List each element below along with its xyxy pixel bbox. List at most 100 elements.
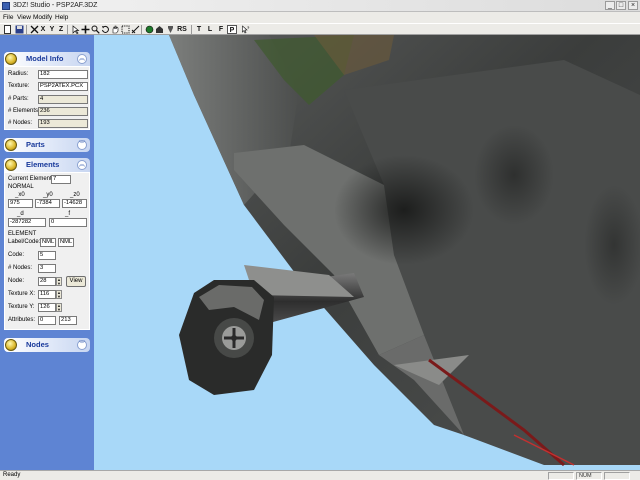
new-icon[interactable]: [2, 25, 12, 34]
title-bar[interactable]: 3DZ! Studio - PSP2AF.3DZ _ □ ×: [0, 0, 640, 12]
view-perspective-button[interactable]: P: [227, 25, 237, 34]
model-info-icon: [5, 53, 17, 65]
num-lock-indicator: NUM: [576, 472, 602, 480]
measure-icon[interactable]: [130, 25, 140, 34]
normal-f-label: _f: [65, 211, 71, 217]
light-icon[interactable]: [165, 25, 175, 34]
texture-x-label: Texture X:: [8, 291, 36, 297]
rotate-icon[interactable]: [100, 25, 110, 34]
app-window: 3DZ! Studio - PSP2AF.3DZ _ □ × File View…: [0, 0, 640, 480]
view-node-button[interactable]: View: [66, 276, 86, 287]
nodes-count-label: # Nodes:: [8, 120, 33, 126]
radius-label: Radius:: [8, 71, 29, 77]
texture-icon[interactable]: [154, 25, 164, 34]
close-button[interactable]: ×: [628, 1, 638, 10]
model-info-title: Model Info: [26, 54, 64, 63]
normal-d-field[interactable]: -287282: [8, 218, 46, 227]
texture-label: Texture:: [8, 83, 30, 89]
menu-file[interactable]: File: [3, 13, 13, 22]
view-front-button[interactable]: F: [216, 25, 226, 34]
pan-icon[interactable]: [110, 25, 120, 34]
nodes-title: Nodes: [26, 340, 49, 349]
model-info-header[interactable]: Model Info ︽: [4, 52, 90, 66]
code-label: Code:: [8, 252, 25, 258]
node-field[interactable]: 28: [38, 277, 56, 286]
app-icon[interactable]: [2, 2, 10, 10]
parts-title: Parts: [26, 140, 45, 149]
menu-view[interactable]: View: [17, 13, 31, 22]
num-nodes-field[interactable]: 3: [38, 264, 56, 273]
nodes-icon: [5, 339, 17, 351]
menu-help[interactable]: Help: [55, 13, 68, 22]
texture-x-field[interactable]: 116: [38, 290, 56, 299]
texture-y-label: Texture Y:: [8, 304, 35, 310]
normal-x-field[interactable]: 975: [8, 199, 33, 208]
view-rs-button[interactable]: RS: [176, 25, 188, 34]
normal-z-label: _z0: [70, 192, 80, 198]
attributes-label: Attributes:: [8, 317, 36, 323]
parts-count-field: 4: [38, 95, 88, 104]
view-left-button[interactable]: L: [205, 25, 215, 34]
status-text: Ready: [3, 472, 21, 478]
normal-f-field[interactable]: 0: [49, 218, 87, 227]
view-top-button[interactable]: T: [194, 25, 204, 34]
parts-icon: [5, 139, 17, 151]
zoom-icon[interactable]: [90, 25, 100, 34]
axis-z-button[interactable]: Z: [56, 25, 66, 34]
menu-modify[interactable]: Modify: [33, 13, 52, 22]
elements-count-field: 236: [38, 107, 88, 116]
attributes-field-1[interactable]: 0: [38, 316, 56, 325]
nodes-header[interactable]: Nodes ︾: [4, 338, 90, 352]
aircraft-render: [169, 35, 640, 467]
texture-x-stepper[interactable]: ▲ ▼: [56, 290, 62, 299]
elements-count-label: # Elements:: [8, 108, 40, 114]
status-pane: [604, 472, 630, 480]
label-field[interactable]: NML: [40, 238, 56, 247]
node-stepper[interactable]: ▲ ▼: [56, 277, 62, 286]
normal-y-field[interactable]: -7384: [35, 199, 60, 208]
window-title: 3DZ! Studio - PSP2AF.3DZ: [13, 2, 98, 9]
texture-field[interactable]: PSP2ATEX.PCX: [38, 82, 88, 91]
model-info-body: Radius: 182 Texture: PSP2ATEX.PCX # Part…: [4, 66, 90, 130]
save-icon[interactable]: [14, 25, 24, 34]
toolbar-separator: [67, 25, 68, 34]
pointer-icon[interactable]: [70, 25, 80, 34]
chevron-up-icon[interactable]: ︽: [77, 160, 87, 170]
elements-header[interactable]: Elements ︽: [4, 158, 90, 172]
texture-y-field[interactable]: 126: [38, 303, 56, 312]
element-group-label: ELEMENT: [8, 231, 37, 237]
maximize-button[interactable]: □: [616, 1, 626, 10]
toolbar-separator: [141, 25, 142, 34]
elements-body: Current Element: 7 NORMAL _x0 _y0 _z0 97…: [4, 172, 90, 330]
parts-count-label: # Parts:: [8, 96, 29, 102]
toolbar-separator: [26, 25, 27, 34]
current-element-field[interactable]: 7: [51, 175, 71, 184]
code-field[interactable]: 5: [38, 251, 56, 260]
chevron-up-icon[interactable]: ︽: [77, 54, 87, 64]
3d-viewport[interactable]: [94, 35, 640, 470]
normal-x-label: _x0: [15, 192, 25, 198]
color-icon[interactable]: [144, 25, 154, 34]
label-code-label: Label/Code:: [8, 239, 41, 245]
help-icon[interactable]: ?: [240, 25, 250, 34]
normal-z-field[interactable]: -14628: [62, 199, 87, 208]
texture-y-stepper[interactable]: ▲ ▼: [56, 303, 62, 312]
num-nodes-label: # Nodes:: [8, 265, 33, 271]
parts-header[interactable]: Parts ︾: [4, 138, 90, 152]
code-label-field[interactable]: NML: [58, 238, 74, 247]
attributes-field-2[interactable]: 213: [59, 316, 77, 325]
radius-field[interactable]: 182: [38, 70, 88, 79]
current-element-label: Current Element:: [8, 176, 54, 182]
minimize-button[interactable]: _: [605, 1, 615, 10]
move-icon[interactable]: [80, 25, 90, 34]
chevron-down-icon[interactable]: ︾: [77, 340, 87, 350]
status-bar: Ready NUM: [0, 470, 640, 480]
select-icon[interactable]: [120, 25, 130, 34]
menu-bar: File View Modify Help: [0, 12, 640, 23]
normal-d-label: _d: [17, 211, 24, 217]
normal-y-label: _y0: [43, 192, 53, 198]
svg-text:?: ?: [247, 25, 250, 30]
elements-title: Elements: [26, 160, 60, 169]
chevron-down-icon[interactable]: ︾: [77, 140, 87, 150]
status-pane: [548, 472, 574, 480]
